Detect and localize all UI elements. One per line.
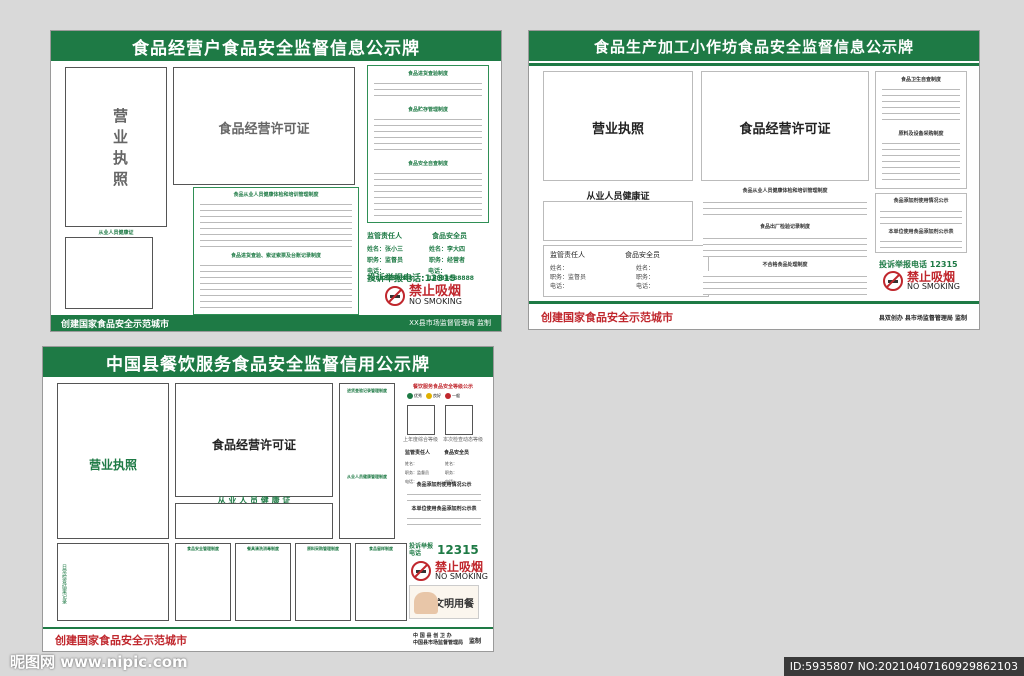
food-license-label: 食品经营许可证: [218, 122, 310, 137]
rules-column-right: 食品进货查验制度 食品贮存管理制度 食品安全自查制度: [367, 65, 489, 223]
health-cert-frame: [65, 237, 153, 309]
no-smoking-icon: [883, 271, 903, 291]
b2-rules-right: 食品卫生自查制度 原料及设备采购制度: [875, 71, 967, 189]
rule3-text: [374, 168, 482, 220]
rule4-title: 食品从业人员健康体检和培训管理制度: [233, 192, 319, 198]
b2-food-license-frame: 食品经营许可证: [701, 71, 869, 181]
b3-footer-issuer-1: 中 国 县 创 卫 办: [412, 633, 452, 639]
rule4-text: [200, 199, 352, 247]
board-catering: 中国县餐饮服务食品安全监督信用公示牌 营业执照 食品经营许可证 进货查验记录管理…: [42, 346, 494, 652]
b3-rules-col: 进货查验记录管理制度 从业人员健康管理制度: [339, 383, 395, 539]
b3-footer-slogan: 创建国家食品安全示范城市: [55, 634, 187, 647]
b2-no-smoking: 禁止吸烟 NO SMOKING: [883, 271, 960, 291]
safety-officer-heading: 食品安全员: [432, 232, 467, 240]
board-small-workshop: 食品生产加工小作坊食品安全监督信息公示牌 营业执照 食品经营许可证 食品卫生自查…: [528, 30, 980, 330]
business-license-label: 营业执照: [111, 108, 129, 192]
supervisor-name: 张小三: [385, 246, 404, 253]
b2-complaint: 投诉举报电话 12315: [879, 260, 958, 269]
safety-post: 经营者: [447, 257, 466, 264]
footer-slogan: 创建国家食品安全示范城市: [61, 319, 170, 330]
health-cert-title: 从业人员健康证: [98, 230, 134, 236]
b3-no-smoking: 禁止吸烟 NO SMOKING: [411, 561, 488, 581]
civil-dining-card: 文明用餐: [409, 585, 479, 619]
b2-business-license-frame: 营业执照: [543, 71, 693, 181]
safety-name: 李大四: [447, 246, 466, 253]
supervisor-heading: 监管责任人: [367, 232, 402, 240]
board2-title: 食品生产加工小作坊食品安全监督信息公示牌: [529, 31, 979, 61]
complaint-hotline: 投诉举报电话:12315: [367, 274, 456, 284]
rules-column-middle: 食品从业人员健康体检和培训管理制度 食品进货查验、索证索票及台账记录制度: [193, 187, 359, 315]
b2-rules-middle: 食品从业人员健康体检和培训管理制度 食品出厂检验记录制度 不合格食品处理制度: [701, 187, 869, 297]
grade-c-icon: [445, 393, 451, 399]
family-icon: [414, 592, 438, 614]
board1-title: 食品经营户食品安全监督信息公示牌: [51, 31, 501, 61]
b2-footer-issuer: 县双创办 县市场监督管理局 监制: [878, 314, 967, 322]
b2-health-cert-frame: [543, 201, 693, 241]
rule3-title: 食品安全自查制度: [407, 161, 448, 167]
b3-health-cert-frame: [175, 503, 333, 539]
grade-a-icon: [407, 393, 413, 399]
business-license-frame: 营业执照: [65, 67, 167, 227]
grade-b-icon: [426, 393, 432, 399]
board-food-operator: 食品经营户食品安全监督信息公示牌 营业执照 食品经营许可证 从业人员健康证 食品…: [50, 30, 502, 332]
nipic-watermark: 昵图网 www.nipic.com: [10, 653, 188, 671]
b3-additive-panel: 食品添加剂使用情况公示 本单位使用食品添加剂公示表: [403, 477, 485, 541]
rule5-text: [200, 260, 352, 310]
no-smoking-icon: [385, 285, 405, 306]
board2-footer: 创建国家食品安全示范城市 县双创办 县市场监督管理局 监制: [529, 305, 979, 329]
b3-bottom-box-2: 食品安全管理制度: [175, 543, 231, 621]
b2-people: 监管责任人 食品安全员 姓名： 职务：监督员 电话： 姓名： 职务： 电话：: [543, 245, 709, 297]
b3-food-license-frame: 食品经营许可证: [175, 383, 333, 497]
b2-additive-table: 食品添加剂使用情况公示 本单位使用食品添加剂公示表: [875, 193, 967, 253]
board3-footer: 创建国家食品安全示范城市 中 国 县 创 卫 办 中国县市场监督管理局 监制: [55, 633, 481, 647]
rule2-title: 食品贮存管理制度: [407, 107, 448, 113]
b3-bottom-box-3: 餐具清洗消毒制度: [235, 543, 291, 621]
rule1-title: 食品进货查验制度: [407, 71, 448, 77]
b3-complaint: 投诉举报 电话 12315: [409, 543, 479, 557]
image-id-banner: ID:5935807 NO:20210407160929862103: [783, 657, 1024, 676]
b3-footer-issuer-2: 中国县市场监督管理局: [412, 640, 463, 646]
board3-title: 中国县餐饮服务食品安全监督信用公示牌: [43, 347, 493, 377]
no-smoking-icon: [411, 561, 431, 581]
b3-bottom-box-4: 原料采购管理制度: [295, 543, 351, 621]
b2-footer-slogan: 创建国家食品安全示范城市: [541, 311, 673, 324]
supervisor-post: 监督员: [385, 257, 404, 264]
footer-issuer: XX县市场监督管理局 监制: [409, 319, 491, 327]
board1-footer: 创建国家食品安全示范城市 XX县市场监督管理局 监制: [51, 315, 501, 331]
b3-business-license-frame: 营业执照: [57, 383, 169, 539]
food-license-frame: 食品经营许可证: [173, 67, 355, 185]
b3-bottom-box-1: 日常检查结果记录: [57, 543, 169, 621]
no-smoking-sign: 禁止吸烟 NO SMOKING: [385, 285, 462, 306]
rule2-text: [374, 114, 482, 154]
b3-bottom-box-5: 食品留样制度: [355, 543, 407, 621]
rule5-title: 食品进货查验、索证索票及台账记录制度: [230, 253, 321, 259]
rule1-text: [374, 78, 482, 100]
